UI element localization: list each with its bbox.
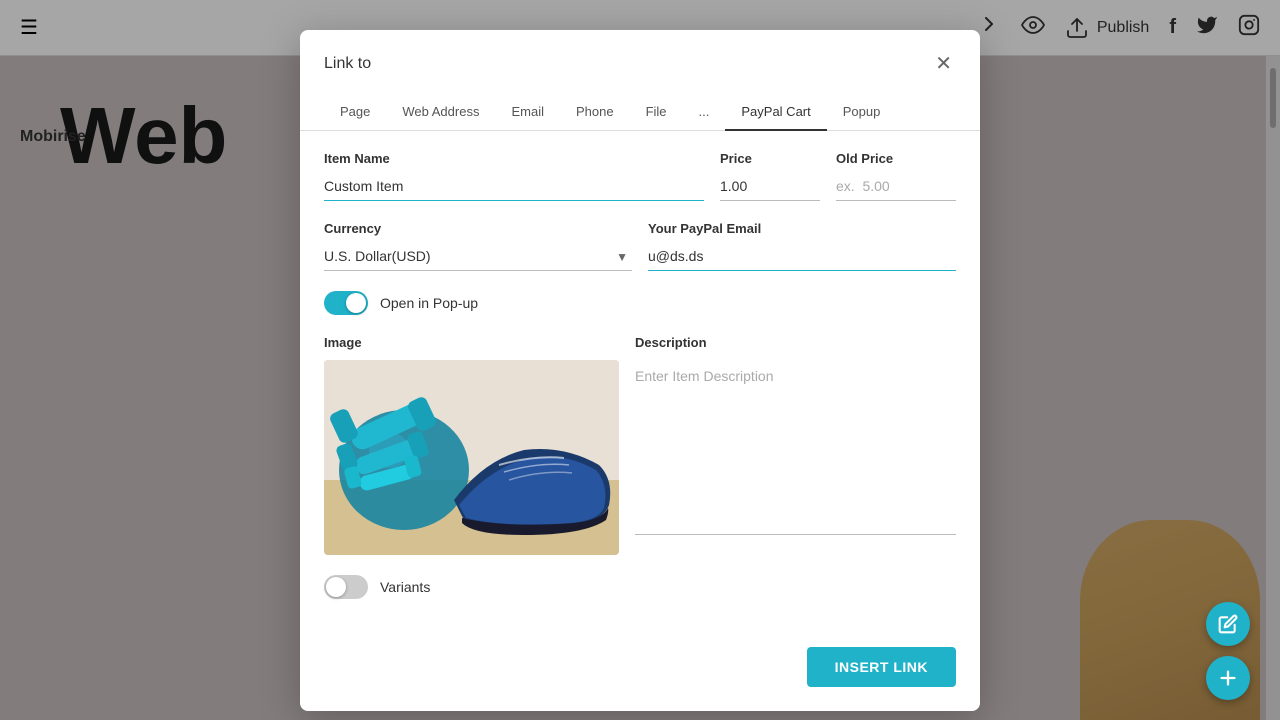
item-name-input[interactable] <box>324 172 704 201</box>
pencil-icon <box>1218 614 1238 634</box>
paypal-email-input[interactable] <box>648 242 956 271</box>
description-textarea[interactable] <box>635 360 956 535</box>
currency-select[interactable]: U.S. Dollar(USD) Euro(EUR) British Pound… <box>324 242 632 271</box>
plus-icon <box>1217 667 1239 689</box>
tab-file[interactable]: File <box>630 94 683 131</box>
toggle-knob <box>346 293 366 313</box>
tab-page[interactable]: Page <box>324 94 386 131</box>
paypal-email-group: Your PayPal Email <box>648 221 956 271</box>
fab-container <box>1206 602 1250 700</box>
content-row: Image <box>324 335 956 555</box>
old-price-input[interactable] <box>836 172 956 201</box>
description-section: Description <box>635 335 956 555</box>
variants-toggle[interactable] <box>324 575 368 599</box>
image-container[interactable] <box>324 360 619 555</box>
open-popup-label: Open in Pop-up <box>380 295 478 311</box>
currency-select-wrapper: U.S. Dollar(USD) Euro(EUR) British Pound… <box>324 242 632 271</box>
price-label: Price <box>720 151 820 166</box>
price-input[interactable] <box>720 172 820 201</box>
edit-fab-button[interactable] <box>1206 602 1250 646</box>
form-row-1: Item Name Price Old Price <box>324 151 956 201</box>
image-label: Image <box>324 335 619 350</box>
variants-row: Variants <box>324 575 956 599</box>
close-button[interactable]: ✕ <box>931 50 956 78</box>
tab-web-address[interactable]: Web Address <box>386 94 495 131</box>
description-label: Description <box>635 335 956 350</box>
dialog-body: Item Name Price Old Price Currency U.S. … <box>300 131 980 639</box>
old-price-label: Old Price <box>836 151 956 166</box>
dialog-title: Link to <box>324 55 371 73</box>
tab-popup[interactable]: Popup <box>827 94 897 131</box>
tab-more[interactable]: ... <box>683 94 726 131</box>
dialog-header: Link to ✕ <box>300 30 980 94</box>
product-image <box>324 360 619 555</box>
dialog-footer: INSERT LINK <box>300 647 980 687</box>
open-popup-toggle[interactable] <box>324 291 368 315</box>
item-name-group: Item Name <box>324 151 704 201</box>
currency-group: Currency U.S. Dollar(USD) Euro(EUR) Brit… <box>324 221 632 271</box>
old-price-group: Old Price <box>836 151 956 201</box>
add-fab-button[interactable] <box>1206 656 1250 700</box>
tabs-container: Page Web Address Email Phone File ... Pa… <box>300 94 980 131</box>
form-row-2: Currency U.S. Dollar(USD) Euro(EUR) Brit… <box>324 221 956 271</box>
image-section: Image <box>324 335 619 555</box>
insert-link-button[interactable]: INSERT LINK <box>807 647 956 687</box>
price-group: Price <box>720 151 820 201</box>
tab-paypal-cart[interactable]: PayPal Cart <box>725 94 826 131</box>
currency-label: Currency <box>324 221 632 236</box>
link-dialog: Link to ✕ Page Web Address Email Phone F… <box>300 30 980 711</box>
paypal-email-label: Your PayPal Email <box>648 221 956 236</box>
item-name-label: Item Name <box>324 151 704 166</box>
variants-label: Variants <box>380 579 430 595</box>
tab-phone[interactable]: Phone <box>560 94 630 131</box>
tab-email[interactable]: Email <box>495 94 560 131</box>
variants-toggle-knob <box>326 577 346 597</box>
open-popup-row: Open in Pop-up <box>324 291 956 315</box>
